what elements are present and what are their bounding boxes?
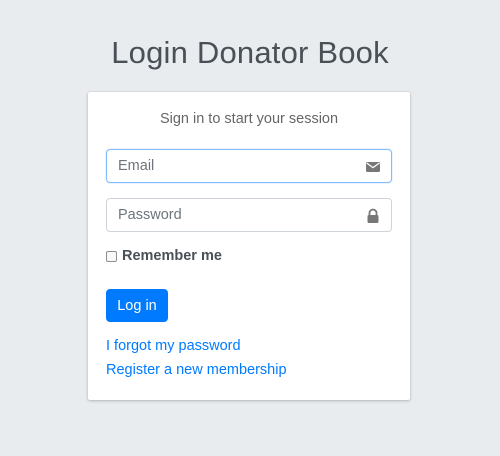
email-input-group — [106, 149, 392, 183]
page-title: Login Donator Book — [111, 35, 389, 70]
register-link[interactable]: Register a new membership — [106, 362, 287, 378]
remember-me-checkbox[interactable] — [106, 250, 117, 262]
login-card: Sign in to start your session Remembe — [88, 92, 410, 400]
login-box-message: Sign in to start your session — [159, 111, 339, 127]
forgot-password-link[interactable]: I forgot my password — [106, 338, 241, 354]
envelope-icon — [365, 159, 381, 175]
remember-me-row: Remember me — [106, 247, 222, 265]
lock-icon — [365, 208, 381, 224]
password-field[interactable] — [107, 199, 347, 231]
login-button[interactable]: Log in — [106, 289, 168, 322]
password-input-group — [106, 198, 392, 232]
remember-me-label[interactable]: Remember me — [122, 248, 222, 264]
login-page: Login Donator Book Sign in to start your… — [0, 0, 500, 456]
email-field[interactable] — [107, 150, 347, 182]
